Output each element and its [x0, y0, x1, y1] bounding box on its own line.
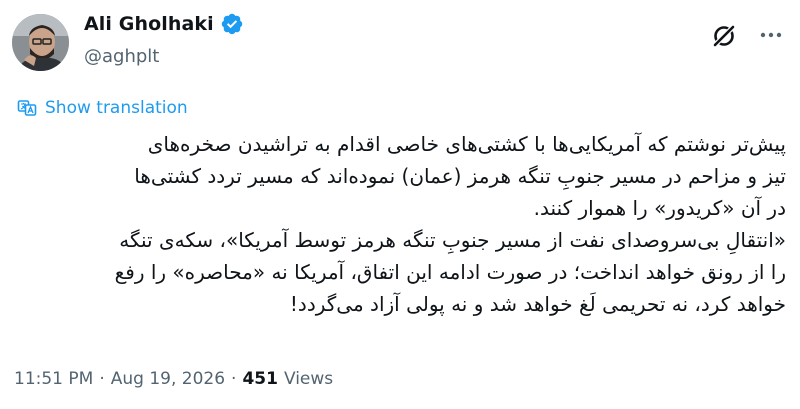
show-translation-label: Show translation [45, 98, 188, 118]
post-line: در آن «کریدور» را هموار کنند. [533, 196, 786, 220]
post-line: خواهد کرد، نه تحریمی لَغ خواهد شد و نه پ… [289, 292, 786, 316]
meta-separator: · [231, 369, 237, 389]
views-label: Views [283, 369, 334, 389]
post-date[interactable]: Aug 19, 2026 [111, 369, 225, 389]
avatar-image [12, 14, 69, 71]
author-handle[interactable]: @aghplt [84, 46, 159, 67]
post-line: پیش‌تر نوشتم که آمریکایی‌ها با کشتی‌های … [147, 132, 786, 156]
avatar[interactable] [12, 14, 69, 71]
post-time[interactable]: 11:51 PM [14, 369, 93, 389]
meta-separator: · [99, 369, 105, 389]
more-options-icon[interactable] [756, 25, 786, 45]
post-line: را از رونق خواهد انداخت؛ در صورت ادامه ا… [114, 260, 786, 284]
author-name-row: Ali Gholhaki [84, 12, 244, 36]
post-line: تیز و مزاحم در مسیر جنوبِ تنگه هرمز (عما… [134, 164, 786, 188]
post-line: «انتقالِ بی‌سروصدای نفت از مسیر جنوبِ تن… [119, 228, 786, 252]
show-translation-link[interactable]: Show translation [17, 98, 188, 118]
translate-icon [17, 100, 37, 116]
grok-icon[interactable] [710, 22, 738, 50]
post-meta: 11:51 PM · Aug 19, 2026 · 451 Views [14, 369, 333, 389]
post-body: پیش‌تر نوشتم که آمریکایی‌ها با کشتی‌های … [14, 128, 786, 320]
views-count[interactable]: 451 [242, 369, 278, 389]
verified-badge-icon[interactable] [220, 12, 244, 36]
author-name[interactable]: Ali Gholhaki [84, 13, 214, 35]
